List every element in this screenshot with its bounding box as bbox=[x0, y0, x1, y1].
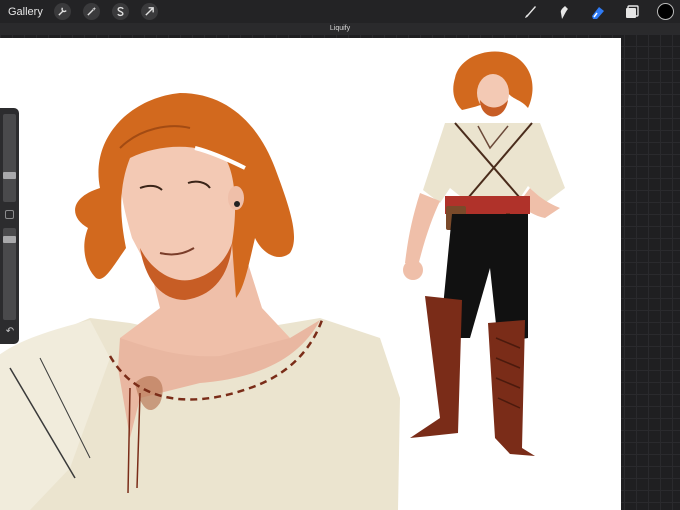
right-tools bbox=[507, 0, 680, 23]
smudge-tool-button[interactable] bbox=[553, 1, 575, 23]
layers-button[interactable] bbox=[621, 1, 643, 23]
brush-size-handle[interactable] bbox=[3, 172, 16, 179]
transform-button[interactable] bbox=[141, 3, 158, 20]
artwork bbox=[0, 51, 565, 510]
brush-size-slider[interactable] bbox=[3, 114, 16, 202]
wrench-icon bbox=[58, 7, 67, 16]
modify-button[interactable] bbox=[5, 210, 14, 219]
brush-tool-button[interactable] bbox=[519, 1, 541, 23]
figure-right-boot bbox=[488, 320, 535, 456]
undo-arrow-icon[interactable]: ↶ bbox=[4, 326, 16, 338]
opacity-slider[interactable] bbox=[3, 228, 16, 320]
selection-button[interactable] bbox=[112, 3, 129, 20]
drawing-canvas[interactable] bbox=[0, 38, 621, 510]
gallery-button[interactable]: Gallery bbox=[8, 6, 43, 18]
eraser-tool-button[interactable] bbox=[587, 1, 609, 23]
top-toolbar: Gallery bbox=[0, 0, 680, 23]
eraser-icon bbox=[592, 6, 604, 19]
figure-left-arm bbox=[405, 193, 440, 266]
magic-wand-icon bbox=[87, 6, 97, 16]
color-swatch[interactable] bbox=[657, 3, 674, 20]
actions-button[interactable] bbox=[54, 3, 71, 20]
adjustments-button[interactable] bbox=[83, 3, 100, 20]
figure-shirt bbox=[423, 123, 565, 203]
selection-s-icon bbox=[117, 6, 124, 17]
smudge-icon bbox=[560, 5, 568, 19]
brush-sidebar: ↶ bbox=[0, 108, 19, 344]
transform-arrow-icon bbox=[145, 7, 154, 16]
layers-icon bbox=[626, 4, 639, 18]
opacity-handle[interactable] bbox=[3, 236, 16, 243]
figure-left-boot bbox=[410, 296, 462, 438]
liquify-mode-banner: Liquify bbox=[0, 23, 680, 34]
brush-icon bbox=[525, 5, 536, 18]
